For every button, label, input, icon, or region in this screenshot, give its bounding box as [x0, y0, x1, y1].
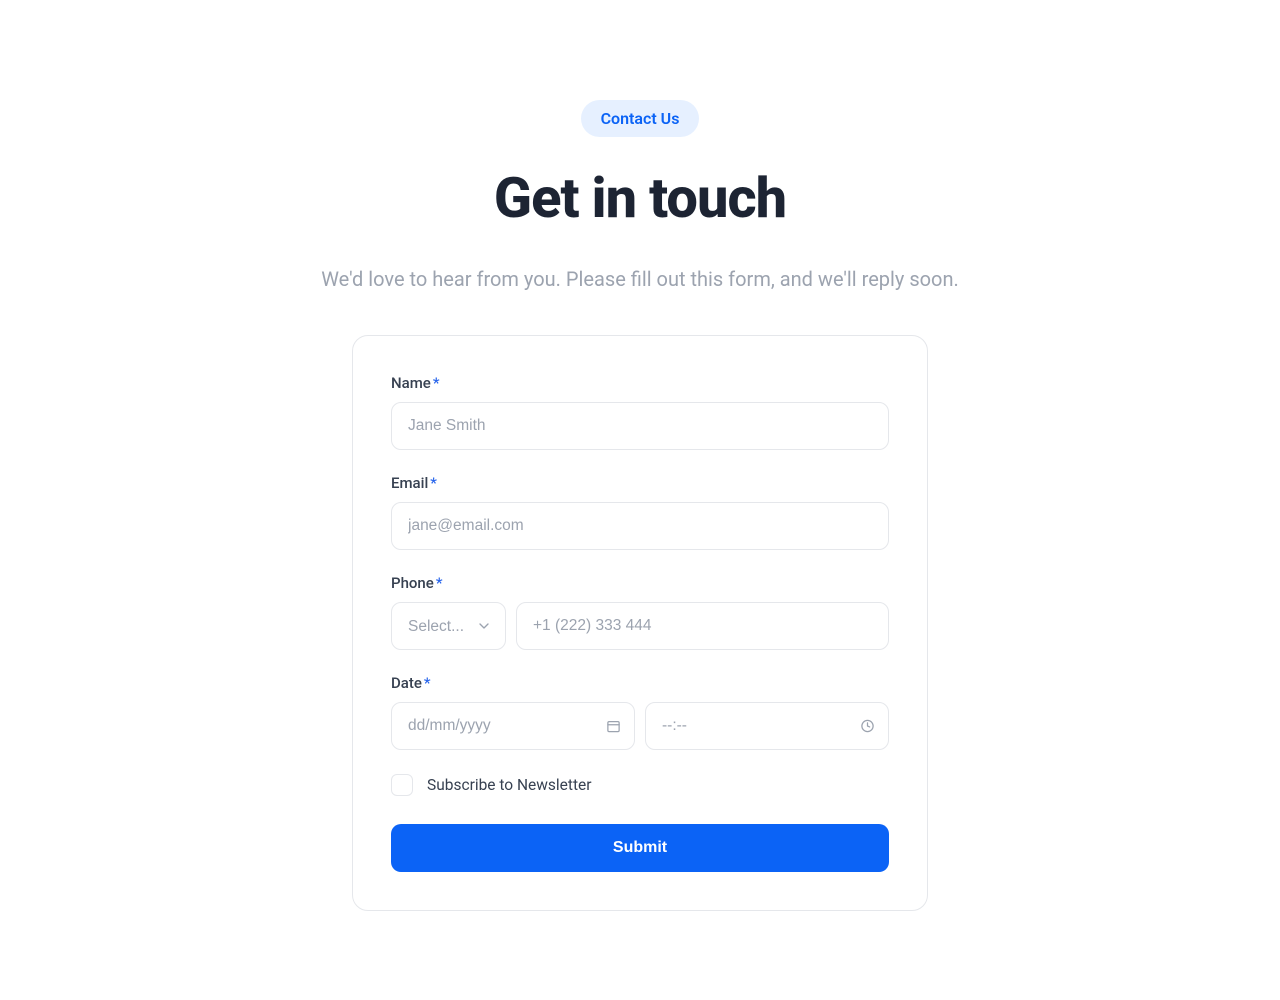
- date-input[interactable]: [391, 702, 635, 750]
- contact-badge: Contact Us: [581, 100, 700, 137]
- required-asterisk: *: [430, 474, 437, 492]
- required-asterisk: *: [433, 374, 440, 392]
- page-subtitle: We'd love to hear from you. Please fill …: [321, 267, 959, 291]
- required-asterisk: *: [436, 574, 443, 592]
- name-label: Name*: [391, 374, 889, 392]
- contact-form-card: Name* Email* Phone* Select...: [352, 335, 928, 911]
- email-label: Email*: [391, 474, 889, 492]
- date-label: Date*: [391, 674, 889, 692]
- phone-country-select[interactable]: Select...: [391, 602, 506, 650]
- time-input[interactable]: [645, 702, 889, 750]
- phone-input[interactable]: [516, 602, 889, 650]
- newsletter-label: Subscribe to Newsletter: [427, 776, 591, 794]
- name-input[interactable]: [391, 402, 889, 450]
- email-input[interactable]: [391, 502, 889, 550]
- required-asterisk: *: [424, 674, 431, 692]
- submit-button[interactable]: Submit: [391, 824, 889, 872]
- page-title: Get in touch: [494, 165, 786, 231]
- newsletter-checkbox[interactable]: [391, 774, 413, 796]
- phone-label: Phone*: [391, 574, 889, 592]
